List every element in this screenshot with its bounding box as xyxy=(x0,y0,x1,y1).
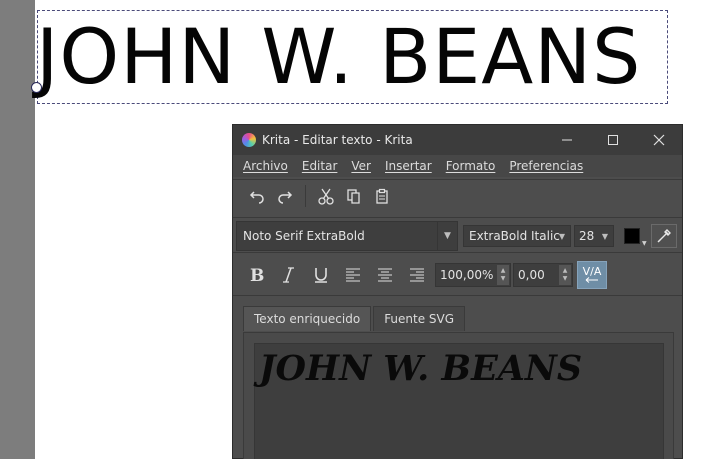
font-size-combo[interactable]: 28 ▼ xyxy=(574,225,614,247)
copy-button[interactable] xyxy=(340,183,368,209)
undo-button[interactable] xyxy=(243,183,271,209)
kerning-toggle-button[interactable]: V/A xyxy=(577,261,607,289)
close-button[interactable] xyxy=(636,125,682,155)
minimize-button[interactable] xyxy=(544,125,590,155)
menu-preferencias[interactable]: Preferencias xyxy=(509,159,583,173)
underline-icon xyxy=(315,268,327,283)
menu-editar[interactable]: Editar xyxy=(302,159,338,173)
copy-icon xyxy=(347,188,360,204)
redo-button[interactable] xyxy=(271,183,299,209)
editor-tab-area: Texto enriquecido Fuente SVG JOHN W. BEA… xyxy=(233,295,682,459)
tab-rich-text-label: Texto enriquecido xyxy=(254,312,361,326)
font-family-combo[interactable]: Noto Serif ExtraBold ▼ xyxy=(236,221,458,251)
letter-spacing-spinbox[interactable]: 0,00 ▲ ▼ xyxy=(513,263,573,287)
chevron-down-icon[interactable]: ▼ xyxy=(597,226,613,246)
chevron-down-icon[interactable]: ▼ xyxy=(437,222,457,250)
format-toolbar: B 100,00% ▲ ▼ 0,00 ▲ ▼ V/A xyxy=(233,257,682,293)
menu-insertar[interactable]: Insertar xyxy=(385,159,432,173)
window-controls xyxy=(544,125,682,155)
redo-icon xyxy=(278,190,293,204)
underline-button[interactable] xyxy=(305,262,337,288)
paste-icon xyxy=(376,188,388,204)
spin-arrows-icon[interactable]: ▲ ▼ xyxy=(497,265,509,285)
paste-button[interactable] xyxy=(368,183,396,209)
menu-ver[interactable]: Ver xyxy=(351,159,371,173)
maximize-icon xyxy=(608,135,618,145)
eyedropper-icon xyxy=(657,229,671,243)
maximize-button[interactable] xyxy=(590,125,636,155)
window-title: Krita - Editar texto - Krita xyxy=(262,133,413,147)
spin-arrows-icon[interactable]: ▲ ▼ xyxy=(559,265,571,285)
svg-text:B: B xyxy=(250,266,264,284)
tab-svg-source[interactable]: Fuente SVG xyxy=(373,306,466,331)
align-right-button[interactable] xyxy=(401,262,433,288)
tab-svg-source-label: Fuente SVG xyxy=(384,312,455,326)
text-color-swatch[interactable] xyxy=(624,228,640,244)
font-toolbar: Noto Serif ExtraBold ▼ ExtraBold Italic … xyxy=(233,217,682,253)
selection-handle[interactable] xyxy=(31,82,42,93)
menu-archivo[interactable]: Archivo xyxy=(243,159,288,173)
bold-icon: B xyxy=(250,266,264,284)
kerning-arrow-icon xyxy=(585,277,598,283)
edit-text-dialog: Krita - Editar texto - Krita Archivo Edi… xyxy=(232,124,683,459)
italic-button[interactable] xyxy=(273,262,305,288)
rich-text-content[interactable]: JOHN W. BEANS xyxy=(259,348,582,389)
rich-text-editor[interactable]: JOHN W. BEANS xyxy=(254,343,664,459)
menu-formato[interactable]: Formato xyxy=(446,159,496,173)
align-left-icon xyxy=(346,268,360,282)
toolbar-separator xyxy=(305,184,306,207)
canvas-side-strip xyxy=(0,0,35,459)
edit-toolbar xyxy=(233,179,682,211)
tab-rich-text[interactable]: Texto enriquecido xyxy=(243,306,372,331)
undo-icon xyxy=(249,190,264,204)
canvas-text-shape[interactable]: JOHN W. BEANS xyxy=(36,14,641,100)
align-center-button[interactable] xyxy=(369,262,401,288)
rich-text-panel: JOHN W. BEANS xyxy=(243,332,674,459)
line-height-value: 100,00% xyxy=(440,268,494,282)
menu-bar: Archivo Editar Ver Insertar Formato Pref… xyxy=(233,155,682,177)
kerning-label: V/A xyxy=(582,265,602,278)
title-bar[interactable]: Krita - Editar texto - Krita xyxy=(233,125,682,155)
cut-icon xyxy=(318,188,334,205)
italic-icon xyxy=(283,267,294,283)
font-style-value: ExtraBold Italic xyxy=(469,229,560,243)
bold-button[interactable]: B xyxy=(241,262,273,288)
align-left-button[interactable] xyxy=(337,262,369,288)
font-size-value: 28 xyxy=(579,229,595,243)
line-height-spinbox[interactable]: 100,00% ▲ ▼ xyxy=(435,263,511,287)
color-picker-button[interactable] xyxy=(651,224,677,248)
font-style-combo[interactable]: ExtraBold Italic ▼ xyxy=(463,225,571,247)
font-family-value: Noto Serif ExtraBold xyxy=(243,229,365,243)
editor-tabs: Texto enriquecido Fuente SVG xyxy=(243,306,467,331)
krita-app-icon xyxy=(242,133,256,147)
align-right-icon xyxy=(410,268,424,282)
color-dropdown-icon[interactable]: ▼ xyxy=(642,240,647,247)
chevron-down-icon[interactable]: ▼ xyxy=(554,226,570,246)
close-icon xyxy=(653,134,665,146)
align-center-icon xyxy=(378,268,392,282)
minimize-icon xyxy=(562,139,572,141)
cut-button[interactable] xyxy=(312,183,340,209)
letter-spacing-value: 0,00 xyxy=(518,268,545,282)
